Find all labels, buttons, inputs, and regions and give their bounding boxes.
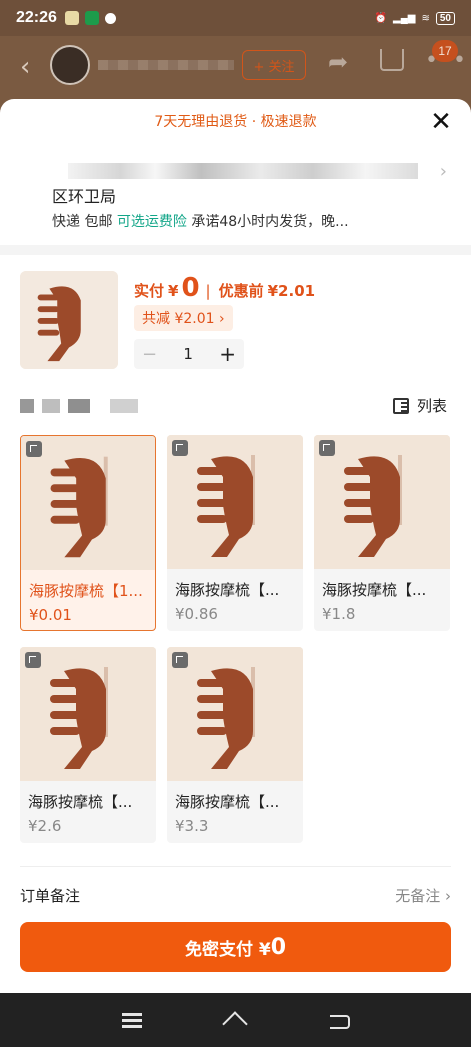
shipping-insurance-link[interactable]: 可选运费险 [117,214,187,230]
address-redacted[interactable] [68,163,418,179]
shop-avatar[interactable] [50,45,90,85]
chat-notification-icon [104,12,116,24]
pay-button-amount: 0 [270,934,287,960]
list-toggle-label: 列表 [416,397,447,415]
menu-icon[interactable] [117,1007,147,1033]
variant-header: 列表 [20,395,451,419]
variant-name: 海豚按摩梳【1... [29,582,143,600]
variant-name: 海豚按摩梳【... [175,581,280,599]
status-time: 22:26 [16,9,57,26]
variant-price: ¥0.86 [175,605,218,623]
variant-price: ¥3.3 [175,817,209,835]
alarm-icon: ⏰ [374,12,388,24]
zoom-icon[interactable] [26,441,42,457]
home-icon[interactable] [220,1007,250,1033]
back-nav-icon[interactable] [324,1007,354,1033]
chevron-right-icon[interactable]: › [440,161,447,182]
before-label: 优惠前 [218,282,264,300]
zoom-icon[interactable] [172,652,188,668]
section-divider [0,245,471,255]
promo-banner: 7天无理由退货 · 极速退款 [154,114,317,130]
zoom-icon[interactable] [172,440,188,456]
variant-price: ¥2.6 [28,817,62,835]
pay-button-label: 免密支付 ¥ [184,939,271,960]
minus-button[interactable]: − [142,344,157,365]
variant-card[interactable]: 海豚按摩梳【... ¥0.86 [167,435,303,631]
currency-symbol: ¥ [168,282,179,300]
shop-name-redacted [98,60,234,70]
notification-icon [64,11,79,25]
before-amount: ¥2.01 [267,282,316,300]
status-right: ⏰ ▂▄▆ ≋ 50 [374,11,455,25]
discount-pill[interactable]: 共减 ¥2.01 › [134,305,233,331]
variant-name: 海豚按摩梳【... [28,793,133,811]
price-separator: | [205,282,211,300]
variant-card[interactable]: 海豚按摩梳【... ¥2.6 [20,647,156,843]
variant-thumbnail [167,435,303,569]
comb-image [20,271,118,369]
pay-button[interactable]: 免密支付 ¥ 0 [20,922,451,972]
variant-name: 海豚按摩梳【... [175,793,280,811]
variant-thumbnail [314,435,450,569]
wifi-icon: ≋ [421,12,430,24]
list-view-toggle[interactable]: 列表 [392,395,447,416]
back-icon[interactable]: ‹ [20,52,30,82]
variant-thumbnail [167,647,303,781]
variant-card[interactable]: 海豚按摩梳【... ¥1.8 [314,435,450,631]
divider [20,866,451,867]
quantity-stepper: − 1 + [134,339,244,369]
quantity-value[interactable]: 1 [183,345,193,363]
variant-grid: 海豚按摩梳【1... ¥0.01 海豚按摩梳【... ¥0.86 海豚按摩梳【... ¥1… [20,435,451,843]
variant-card[interactable]: 海豚按摩梳【1... ¥0.01 [20,435,156,631]
follow-button[interactable]: + 关注 [242,50,306,80]
price-line: 实付 ¥ 0 | 优惠前 ¥2.01 [134,273,315,303]
close-icon[interactable]: ✕ [429,109,453,135]
variant-price: ¥1.8 [322,605,356,623]
signal-icon: ▂▄▆ [393,12,416,24]
status-bar: 22:26 ⏰ ▂▄▆ ≋ 50 [0,0,471,36]
checkout-sheet: 7天无理由退货 · 极速退款 ✕ › 区环卫局 快递 包邮 可选运费险 承诺48… [0,99,471,993]
variant-price: ¥0.01 [29,606,72,624]
product-image[interactable] [20,271,118,369]
variant-thumbnail [21,436,155,570]
address-region: 区环卫局 [52,187,117,206]
variant-title-redacted [20,399,138,413]
remark-value: 无备注 › [395,886,451,905]
battery-icon: 50 [435,11,455,25]
plus-button[interactable]: + [219,342,236,366]
share-icon[interactable]: ➦ [328,48,348,76]
shipping-info: 快递 包邮 可选运费险 承诺48小时内发货，晚... [52,211,349,231]
variant-card[interactable]: 海豚按摩梳【... ¥3.3 [167,647,303,843]
cart-icon[interactable] [380,49,404,71]
list-icon [392,397,409,414]
variant-thumbnail [20,647,156,781]
order-remark-row[interactable]: 订单备注 无备注 › [20,883,451,907]
remark-label: 订单备注 [20,886,81,905]
paid-amount: 0 [181,273,200,303]
shipping-method: 快递 包邮 [52,214,113,230]
cart-badge: 17 [432,40,458,62]
system-nav-bar [0,993,471,1047]
paid-label: 实付 [134,282,165,300]
shipping-promise: 承诺48小时内发货，晚... [191,214,349,230]
zoom-icon[interactable] [25,652,41,668]
app-notification-icon [84,11,99,25]
shop-header: ‹ + 关注 ➦ ••• 17 [0,36,471,98]
variant-name: 海豚按摩梳【... [322,581,427,599]
zoom-icon[interactable] [319,440,335,456]
